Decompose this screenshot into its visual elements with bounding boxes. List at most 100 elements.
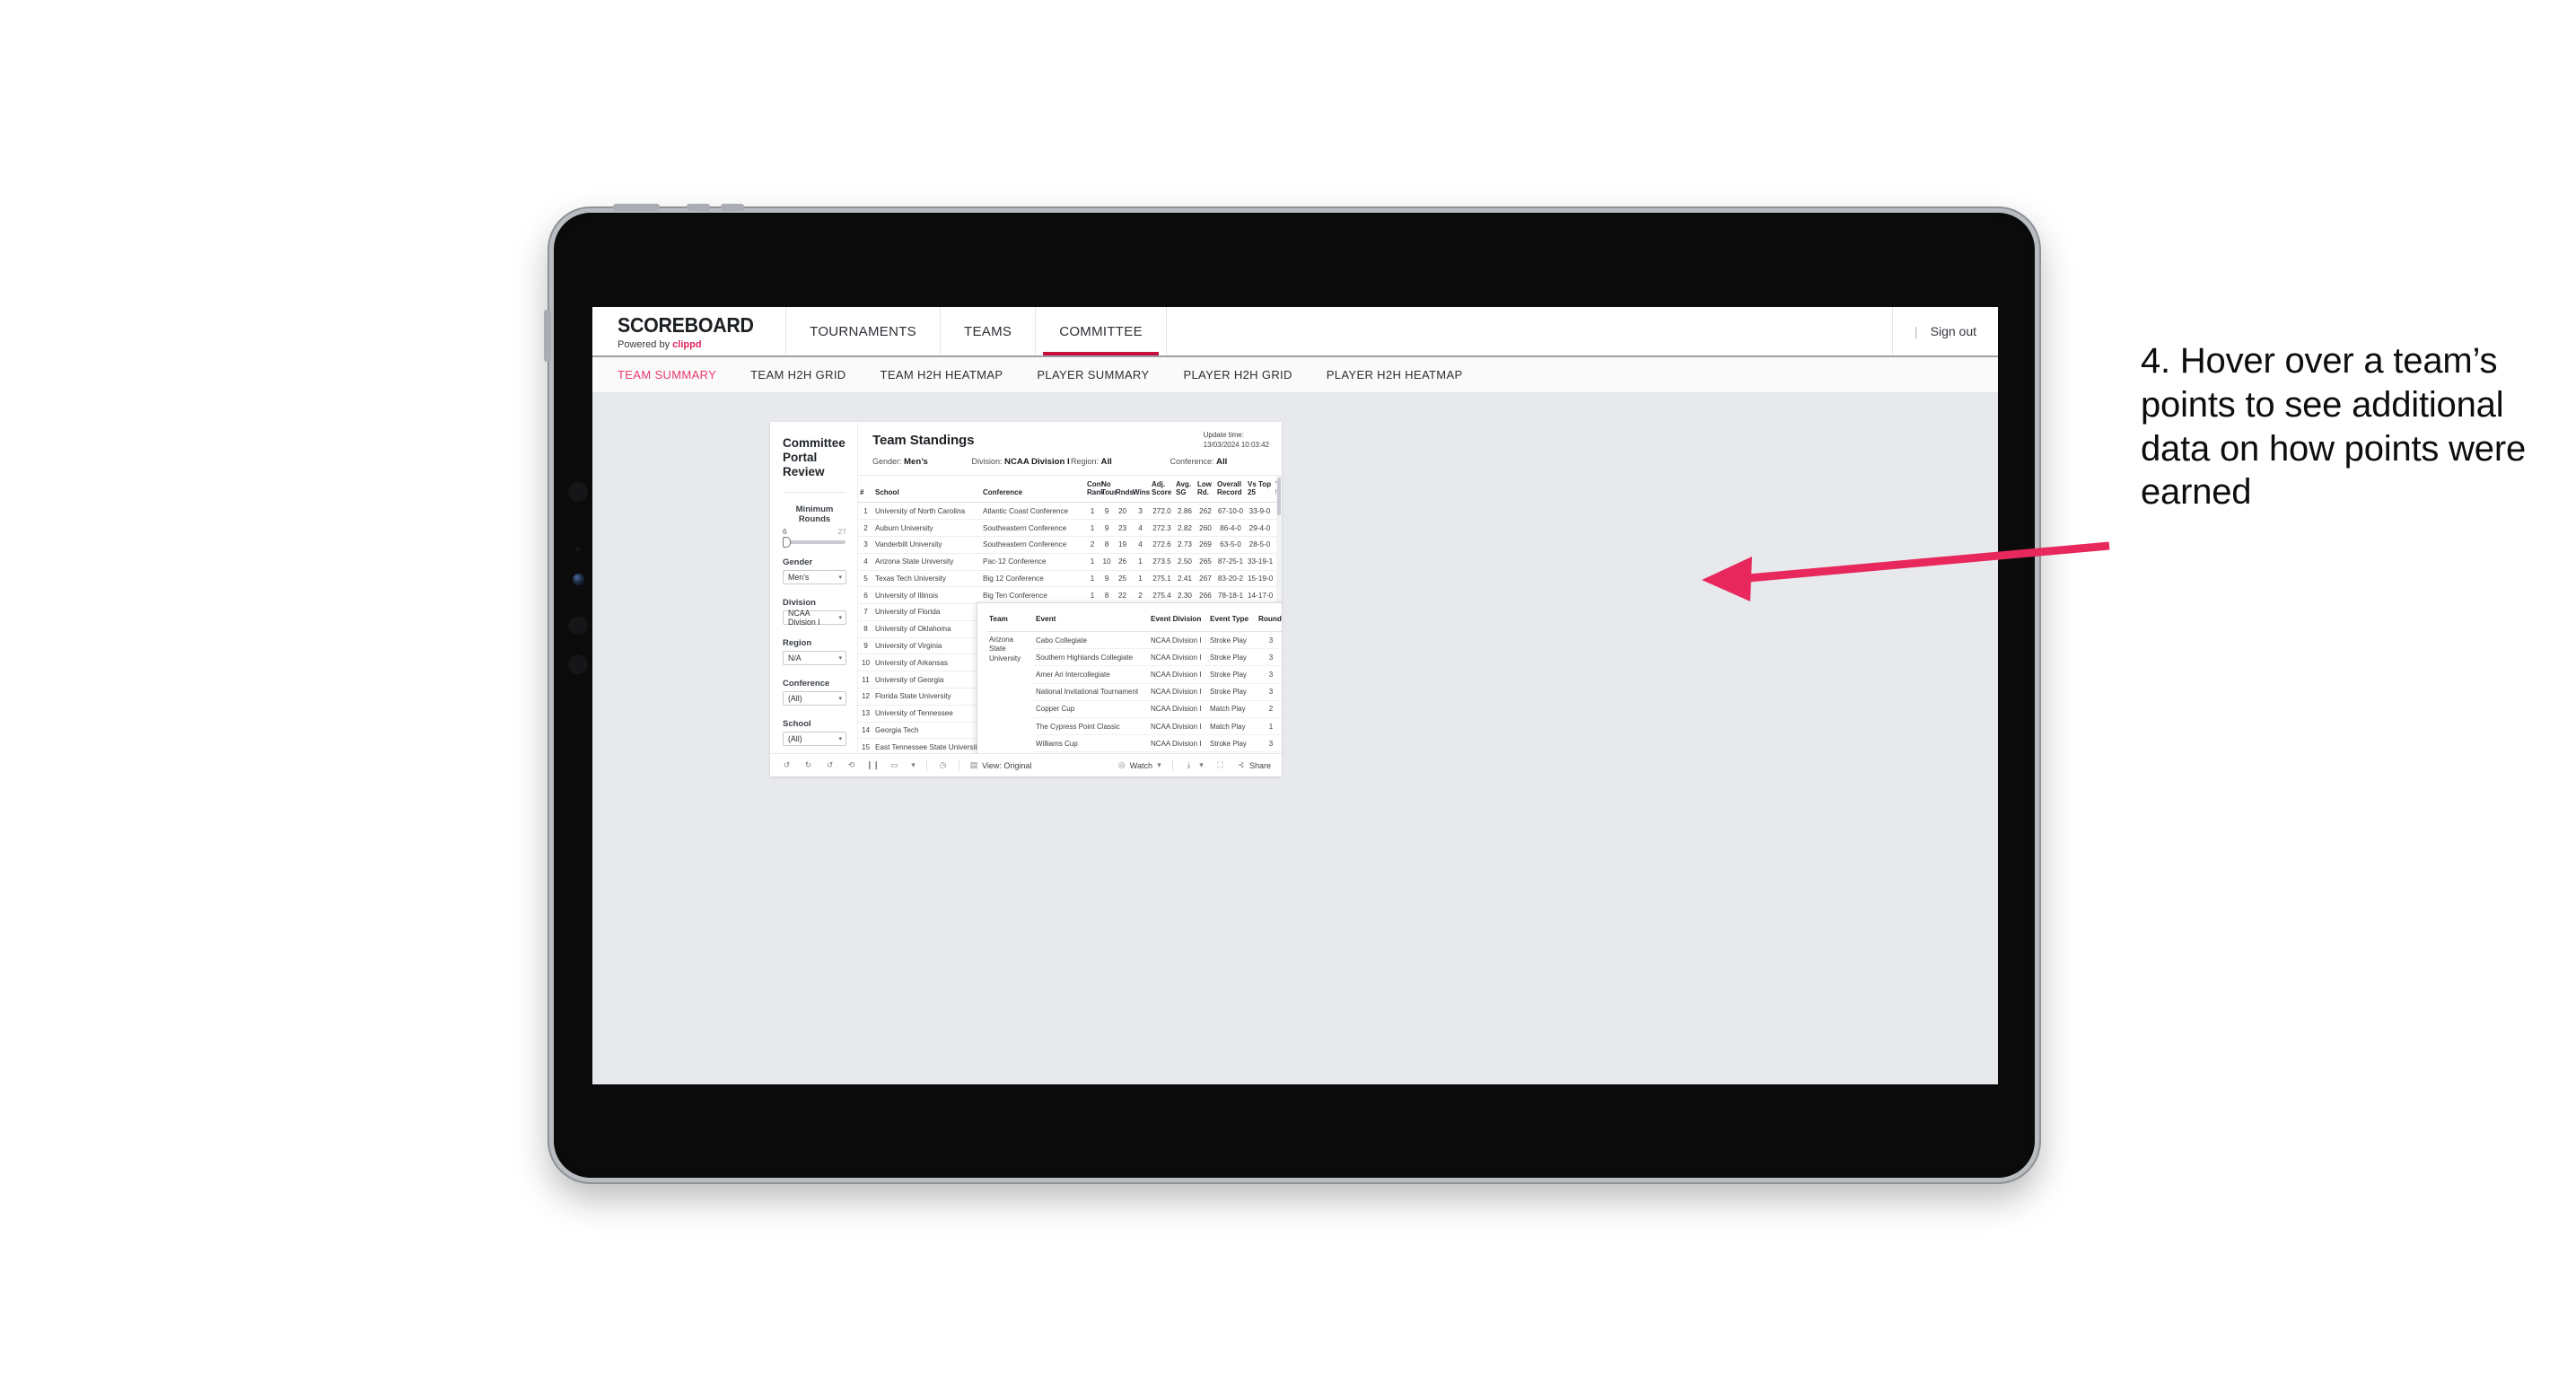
- row-rank: 4: [858, 553, 873, 571]
- table-row[interactable]: 4 Arizona State University Pac-12 Conferen…: [858, 553, 1282, 571]
- row-rank: 10: [858, 654, 873, 672]
- update-time: Update time: 13/03/2024 10:03:42: [1204, 431, 1269, 451]
- slider-max-value: 27: [837, 526, 846, 536]
- toolbar-divider: [1171, 759, 1173, 771]
- table-row[interactable]: 1 University of North Carolina Atlantic Co…: [858, 502, 1282, 521]
- gender-select[interactable]: Men’s ▾: [783, 569, 846, 584]
- region-label: Region: [783, 637, 812, 648]
- row-low-rd: 262: [1196, 502, 1215, 521]
- row-school: Arizona State University: [873, 553, 981, 571]
- row-rank: 15: [858, 738, 873, 753]
- brand-tagline: Powered by clippd: [618, 339, 764, 350]
- col-overall-record[interactable]: Overall Record: [1215, 476, 1246, 504]
- front-camera-icon: [573, 574, 584, 585]
- row-overall-record: 87-25-1: [1215, 553, 1246, 571]
- brand-logo[interactable]: SCOREBOARD Powered by clippd: [592, 307, 787, 355]
- nav-spacer: [1167, 307, 1893, 355]
- custom-view-icon[interactable]: ▭: [889, 759, 900, 771]
- power-button[interactable]: [613, 204, 660, 211]
- alerts-icon[interactable]: ◷: [937, 759, 949, 771]
- col-conference[interactable]: Conference: [981, 476, 1085, 504]
- table-row[interactable]: 5 Texas Tech University Big 12 Conference 1…: [858, 570, 1282, 588]
- table-scrollbar-thumb[interactable]: [1277, 478, 1281, 515]
- tooltip-event-type: Stroke Play: [1208, 648, 1257, 667]
- tab-team-summary[interactable]: TEAM SUMMARY: [618, 368, 716, 382]
- table-row[interactable]: 6 University of Illinois Big Ten Conferenc…: [858, 586, 1282, 605]
- chevron-down-icon: ▾: [838, 614, 842, 621]
- standings-header-row: # School Conference Conf Rank No Tour Rnds…: [858, 476, 1282, 504]
- row-school: University of Oklahoma: [873, 620, 981, 638]
- school-select[interactable]: (All) ▾: [783, 731, 846, 746]
- tooltip-event: Cabo Collegiate: [1034, 631, 1149, 650]
- region-select[interactable]: N/A ▾: [783, 650, 846, 665]
- row-rank: 2: [858, 519, 873, 537]
- col-conf-rank[interactable]: Conf Rank: [1085, 476, 1105, 504]
- sensor-icon: [575, 547, 580, 551]
- nav-item-teams[interactable]: TEAMS: [941, 307, 1037, 355]
- row-adj-score: 275.4: [1150, 586, 1174, 605]
- fullscreen-icon[interactable]: ⛶: [1214, 759, 1226, 771]
- row-rank: 9: [858, 637, 873, 655]
- meta-division-value: NCAA Division I: [1004, 457, 1070, 467]
- conference-select[interactable]: (All) ▾: [783, 690, 846, 706]
- region-filter: Region N/A ▾: [783, 638, 846, 665]
- watch-button[interactable]: ◎ Watch ▾: [1117, 759, 1162, 771]
- download-button[interactable]: ⤓ ▾: [1183, 759, 1205, 771]
- minimum-rounds-slider[interactable]: [783, 536, 846, 548]
- row-wins: 1: [1131, 570, 1150, 588]
- row-rank: 1: [858, 502, 873, 521]
- refresh-icon[interactable]: ⟲: [846, 759, 857, 771]
- row-conf-rank: 1: [1085, 570, 1100, 588]
- row-conf-rank: 1: [1085, 586, 1100, 605]
- row-no-tour: 8: [1100, 586, 1114, 605]
- nav-item-tournaments[interactable]: TOURNAMENTS: [786, 307, 941, 355]
- row-wins: 2: [1131, 586, 1150, 605]
- col-rnds[interactable]: Rnds: [1114, 476, 1134, 504]
- tab-player-h2h-heatmap[interactable]: PLAYER H2H HEATMAP: [1327, 368, 1463, 382]
- tab-player-summary[interactable]: PLAYER SUMMARY: [1037, 368, 1149, 382]
- col-adj-score[interactable]: Adj. Score: [1150, 476, 1174, 504]
- dropdown-caret-icon[interactable]: ▾: [910, 759, 916, 771]
- row-rank: 12: [858, 688, 873, 706]
- view-original-button[interactable]: ▤ View: Original: [969, 759, 1032, 771]
- signout-link[interactable]: Sign out: [1931, 324, 1976, 338]
- meta-division-label: Division:: [971, 457, 1003, 466]
- table-row[interactable]: 2 Auburn University Southeastern Conferenc…: [858, 519, 1282, 537]
- revert-icon[interactable]: ↺: [824, 759, 836, 771]
- meta-gender: Gender: Men’s: [872, 457, 972, 467]
- division-select[interactable]: NCAA Division I ▾: [783, 609, 846, 627]
- nav-item-committee[interactable]: COMMITTEE: [1036, 307, 1167, 355]
- tab-team-h2h-heatmap[interactable]: TEAM H2H HEATMAP: [881, 368, 1003, 382]
- row-conference: Pac-12 Conference: [981, 553, 1085, 571]
- tab-player-h2h-grid[interactable]: PLAYER H2H GRID: [1183, 368, 1292, 382]
- slider-handle[interactable]: [783, 536, 791, 548]
- row-wins: 3: [1131, 502, 1150, 521]
- sub-navigation-tabs: TEAM SUMMARY TEAM H2H GRID TEAM H2H HEAT…: [592, 357, 1998, 393]
- redo-icon[interactable]: ↻: [802, 759, 814, 771]
- conference-value: (All): [788, 693, 802, 703]
- col-vs-top-25[interactable]: Vs Top 25: [1246, 476, 1274, 504]
- col-avg-sg[interactable]: Avg. SG: [1174, 476, 1196, 504]
- tab-team-h2h-grid[interactable]: TEAM H2H GRID: [750, 368, 846, 382]
- col-school[interactable]: School: [873, 476, 981, 504]
- row-vs-top-25: 14-17-0: [1246, 586, 1274, 605]
- standings-table-head: # School Conference Conf Rank No Tour Rnds…: [858, 476, 1282, 504]
- brand-tagline-accent: clippd: [672, 338, 702, 350]
- speaker-icon: [568, 654, 588, 674]
- table-row[interactable]: 3 Vanderbilt University Southeastern Confe…: [858, 536, 1282, 554]
- row-vs-top-25: 29-4-0: [1246, 519, 1274, 537]
- tooltip-event-type: Stroke Play: [1208, 734, 1257, 753]
- pause-icon[interactable]: ❙❙: [866, 759, 880, 771]
- standings-table-wrapper[interactable]: # School Conference Conf Rank No Tour Rnds…: [858, 476, 1282, 753]
- volume-down-button[interactable]: [721, 204, 744, 211]
- col-low-rd[interactable]: Low Rd.: [1196, 476, 1215, 504]
- left-edge-button[interactable]: [544, 310, 551, 362]
- meta-region: Region: All: [1071, 457, 1170, 467]
- tooltip-event: Ben Hogan Collegiate Invitational: [1034, 751, 1149, 753]
- undo-icon[interactable]: ↺: [781, 759, 793, 771]
- col-rank[interactable]: #: [858, 476, 873, 504]
- share-button[interactable]: ⊰ Share: [1236, 759, 1271, 771]
- col-no-tour[interactable]: No Tour: [1100, 476, 1117, 504]
- col-wins[interactable]: Wins: [1131, 476, 1150, 504]
- volume-up-button[interactable]: [687, 204, 710, 211]
